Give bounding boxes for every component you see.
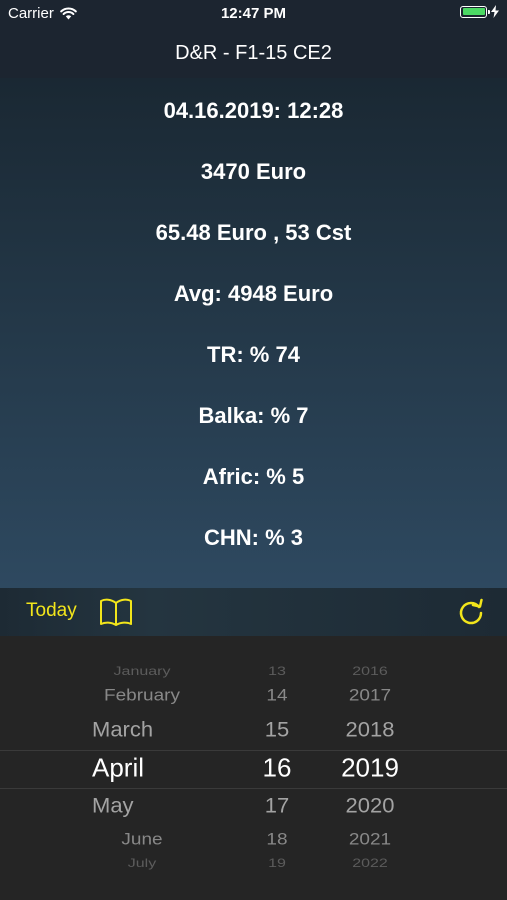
stat-chn-share: CHN: % 3 [203,525,303,550]
picker-year-option[interactable]: 2020 [346,794,395,819]
today-button[interactable]: Today [26,600,77,622]
picker-day-option[interactable]: 13 [268,666,286,679]
book-icon[interactable] [99,597,133,627]
stat-datetime: 04.16.2019: 12:28 [163,98,344,123]
battery-icon [460,5,490,18]
stat-balka-share: Balka: % 7 [198,403,309,428]
date-picker[interactable]: January February March April May June July 13 14… [0,636,507,900]
stats-panel: 04.16.2019: 12:28 3470 Euro 65.48 Euro ,… [0,78,507,588]
charging-bolt-icon [491,5,499,18]
stat-average: Avg: 4948 Euro [173,281,334,306]
picker-month-option[interactable]: April [92,753,144,784]
picker-month-option[interactable]: March [92,718,153,743]
stat-afric-share: Afric: % 5 [202,464,305,489]
picker-selection-bottom-line [0,788,507,789]
picker-day-option[interactable]: 14 [266,687,287,706]
nav-title: D&R - F1-15 CE2 [175,41,332,64]
status-bar: Carrier 12:47 PM [0,0,507,28]
picker-month-option[interactable]: June [121,831,162,850]
status-right [460,5,499,18]
picker-day-option[interactable]: 16 [263,753,292,784]
picker-year-option[interactable]: 2017 [349,687,391,706]
battery-fill [462,8,485,15]
stat-unit-price: 65.48 Euro , 53 Cst [155,220,352,245]
picker-day-option[interactable]: 17 [265,794,289,819]
stat-total: 3470 Euro [200,159,307,184]
picker-day-option[interactable]: 19 [268,858,286,871]
picker-year-option[interactable]: 2016 [352,666,388,679]
picker-month-option[interactable]: July [128,858,156,871]
picker-month-option[interactable]: February [104,687,180,706]
picker-day-option[interactable]: 18 [266,831,287,850]
picker-year-option[interactable]: 2019 [341,753,399,784]
stat-tr-share: TR: % 74 [207,342,300,367]
bottom-toolbar: Today [0,588,507,636]
picker-year-option[interactable]: 2021 [349,831,391,850]
picker-month-option[interactable]: May [92,794,134,819]
picker-day-option[interactable]: 15 [265,718,289,743]
navigation-bar: D&R - F1-15 CE2 [0,28,507,78]
picker-month-option[interactable]: January [114,666,171,679]
refresh-icon[interactable] [457,598,485,626]
picker-year-option[interactable]: 2018 [346,718,395,743]
picker-selection-top-line [0,750,507,751]
status-time: 12:47 PM [220,5,287,22]
picker-year-option[interactable]: 2022 [352,858,388,871]
